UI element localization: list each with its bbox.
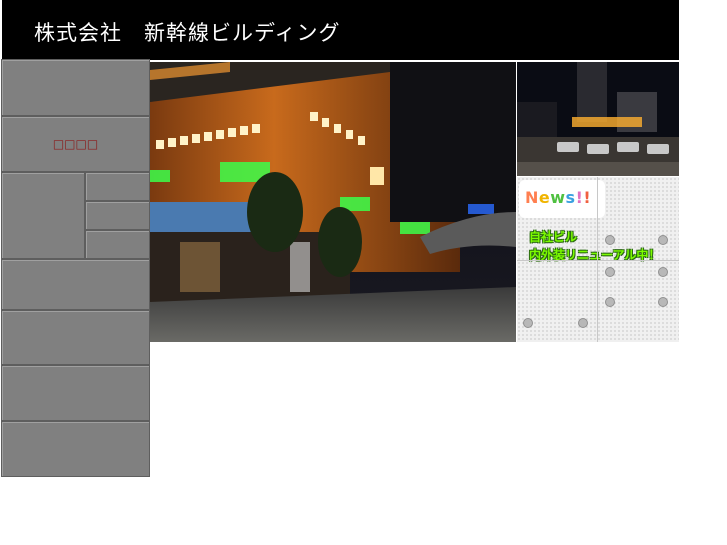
news-line-1: 自社ビル bbox=[529, 230, 578, 244]
nav-item-6[interactable] bbox=[1, 365, 150, 421]
news-title-char: w bbox=[550, 188, 566, 207]
nav-item-2-label: □□□□ bbox=[52, 137, 99, 151]
nav-subitem-1[interactable] bbox=[85, 172, 150, 201]
company-name: 株式会社 新幹線ビルディング bbox=[34, 21, 341, 45]
side-navigation: □□□□ bbox=[1, 59, 150, 477]
station-photo-graphic bbox=[517, 62, 679, 176]
news-title-char: ! bbox=[583, 188, 592, 207]
rivet-icon bbox=[658, 267, 668, 277]
panel-seam bbox=[517, 260, 679, 261]
rivet-icon bbox=[658, 235, 668, 245]
nav-item-2[interactable]: □□□□ bbox=[1, 116, 150, 172]
news-panel[interactable]: News!! 自社ビル 内外装リニューアル中！ bbox=[517, 177, 679, 342]
nav-item-3[interactable] bbox=[1, 172, 85, 259]
news-title-char: N bbox=[525, 188, 539, 207]
nav-item-5[interactable] bbox=[1, 310, 150, 365]
nav-item-7[interactable] bbox=[1, 421, 150, 477]
nav-item-4[interactable] bbox=[1, 259, 150, 310]
nav-subitem-2[interactable] bbox=[85, 201, 150, 230]
building-photo-graphic bbox=[150, 62, 516, 342]
rivet-icon bbox=[658, 297, 668, 307]
rivet-icon bbox=[523, 318, 533, 328]
rivet-icon bbox=[605, 235, 615, 245]
news-title: News!! bbox=[525, 188, 591, 207]
header-banner: 株式会社 新幹線ビルディング bbox=[2, 0, 679, 60]
rivet-icon bbox=[605, 267, 615, 277]
rivet-icon bbox=[578, 318, 588, 328]
news-title-char: s bbox=[565, 188, 576, 207]
panel-seam bbox=[597, 177, 598, 342]
night-building-photo bbox=[150, 62, 516, 342]
station-plaza-photo bbox=[517, 62, 679, 176]
news-title-char: e bbox=[538, 188, 551, 207]
nav-subitem-3[interactable] bbox=[85, 230, 150, 259]
rivet-icon bbox=[605, 297, 615, 307]
nav-item-1[interactable] bbox=[1, 59, 150, 116]
